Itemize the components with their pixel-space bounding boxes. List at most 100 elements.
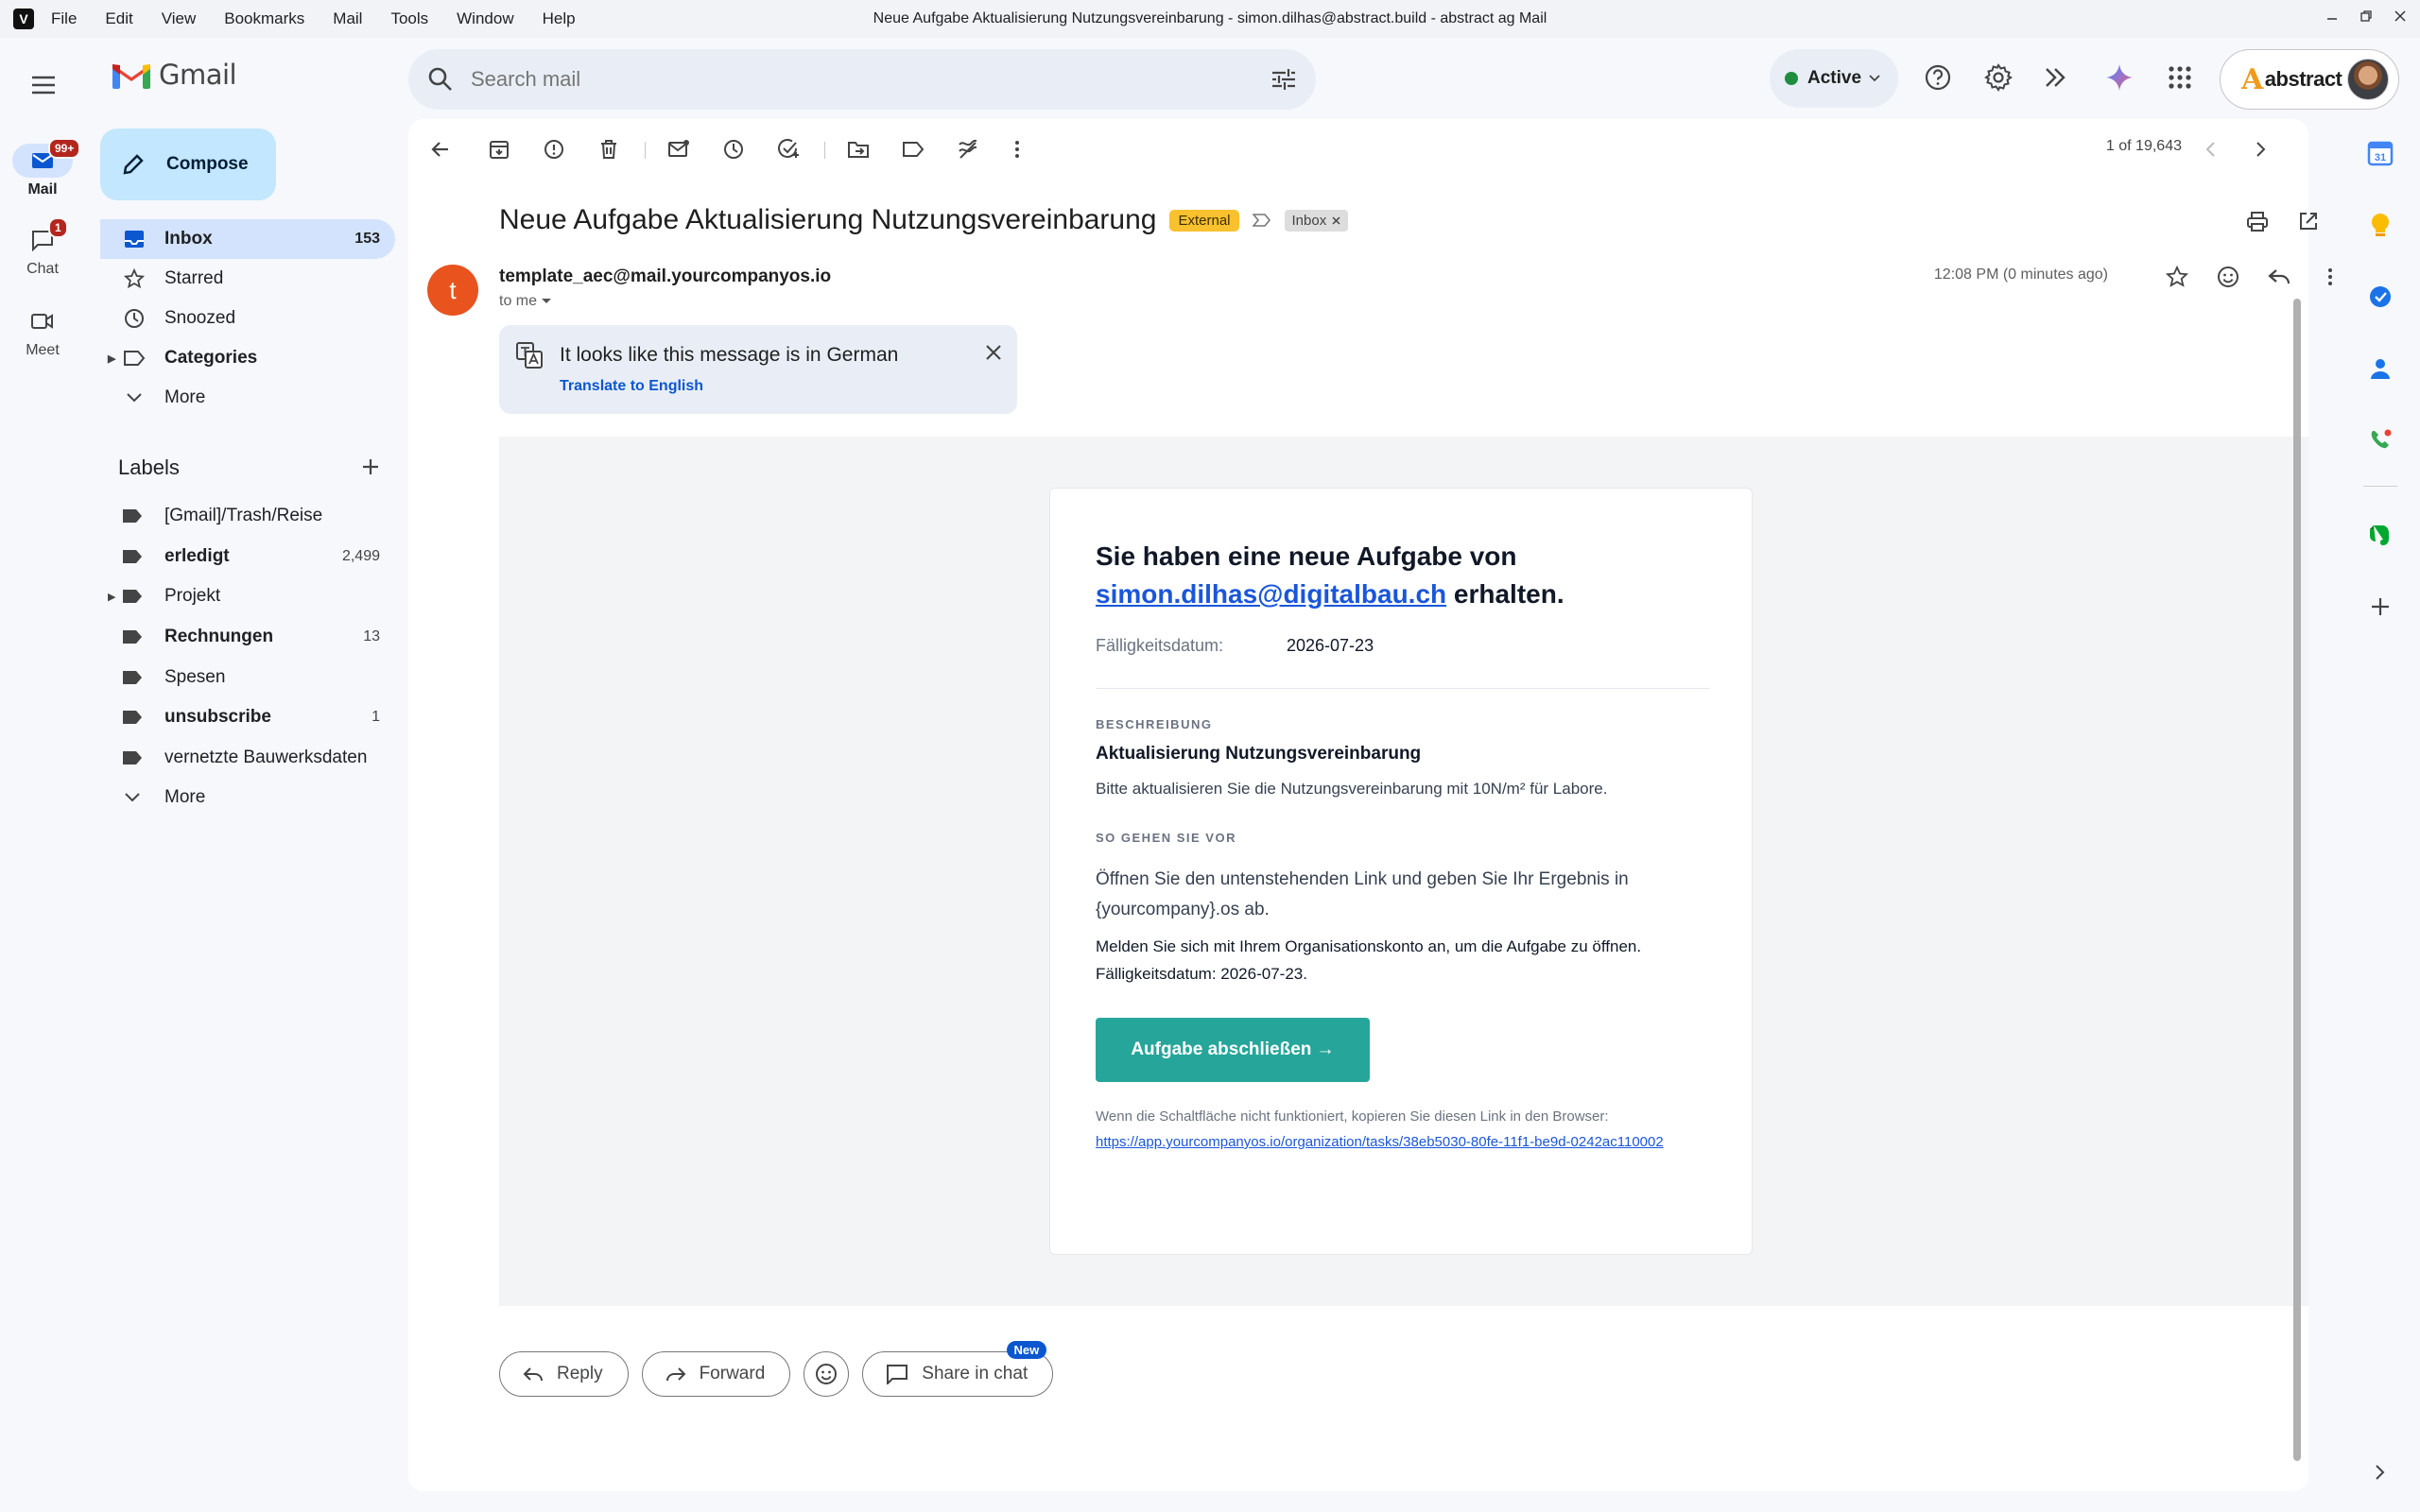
move-to-folder-icon[interactable] (843, 134, 873, 164)
close-window-icon[interactable] (2390, 6, 2411, 26)
gmail-logo[interactable]: Gmail (112, 59, 237, 91)
label-item[interactable]: [Gmail]/Trash/Reise (100, 496, 395, 537)
minimize-icon[interactable] (2322, 6, 2342, 26)
label-item[interactable]: unsubscribe 1 (100, 697, 395, 738)
phone-addon-icon[interactable] (2361, 421, 2399, 459)
menu-window[interactable]: Window (457, 9, 513, 28)
translate-link[interactable]: Translate to English (560, 378, 703, 395)
sender-avatar[interactable]: t (427, 265, 478, 316)
reply-button[interactable]: Reply (499, 1351, 629, 1397)
filter-messages-icon[interactable] (953, 134, 983, 164)
avatar[interactable] (2347, 59, 2389, 100)
mark-unread-icon[interactable] (664, 134, 694, 164)
nav-starred[interactable]: Starred (100, 259, 395, 299)
newer-chevron-left-icon[interactable] (2195, 134, 2225, 164)
menu-file[interactable]: File (51, 9, 77, 28)
menu-mail[interactable]: Mail (333, 9, 362, 28)
label-item[interactable]: ▶ Projekt (100, 576, 395, 617)
scrollbar[interactable] (2291, 176, 2303, 1480)
add-task-icon[interactable] (773, 134, 804, 164)
status-selector[interactable]: Active (1770, 49, 1898, 108)
back-arrow-icon[interactable] (425, 134, 456, 164)
add-label-icon[interactable] (357, 454, 384, 480)
label-item[interactable]: Spesen (100, 657, 395, 697)
label-tag-icon (123, 630, 142, 644)
add-reaction-icon[interactable] (2212, 261, 2244, 293)
compose-button[interactable]: Compose (100, 129, 276, 200)
nav-categories-label: Categories (164, 348, 258, 368)
collapse-panel-chevron-icon[interactable] (2361, 1453, 2399, 1491)
menu-view[interactable]: View (162, 9, 197, 28)
rail-mail[interactable]: 99+ Mail (0, 138, 85, 198)
assigner-email-link[interactable]: simon.dilhas@digitalbau.ch (1096, 579, 1446, 609)
search-bar[interactable] (408, 49, 1316, 110)
message-more-vert-icon[interactable] (2314, 261, 2346, 293)
apps-grid-icon[interactable] (2161, 59, 2199, 96)
importance-marker-icon[interactable] (1252, 214, 1271, 227)
reply-label: Reply (557, 1364, 603, 1383)
menu-edit[interactable]: Edit (105, 9, 132, 28)
menu-tools[interactable]: Tools (390, 9, 428, 28)
labels-list: [Gmail]/Trash/Reise erledigt 2,499 ▶ Pro… (100, 496, 395, 818)
fallback-task-link[interactable]: https://app.yourcompanyos.io/organizatio… (1096, 1131, 1710, 1154)
labels-more[interactable]: More (100, 778, 395, 818)
close-icon[interactable] (983, 342, 1004, 363)
star-icon (124, 268, 145, 289)
search-options-icon[interactable] (1270, 68, 1297, 91)
report-spam-icon[interactable] (539, 134, 569, 164)
label-icon[interactable] (898, 134, 928, 164)
tasks-check-icon[interactable] (2361, 278, 2399, 316)
rail-meet[interactable]: Meet (0, 304, 85, 359)
snooze-clock-icon[interactable] (718, 134, 749, 164)
task-title: Aktualisierung Nutzungsvereinbarung (1096, 744, 1422, 764)
search-input[interactable] (471, 67, 1208, 92)
nav-more[interactable]: More (100, 378, 395, 418)
account-switcher[interactable]: A abstract (2220, 49, 2399, 110)
more-vert-icon[interactable] (1002, 134, 1032, 164)
rail-chat[interactable]: 1 Chat (0, 217, 85, 278)
restore-icon[interactable] (2356, 6, 2377, 26)
evernote-addon-icon[interactable] (2361, 516, 2399, 554)
nav-snoozed[interactable]: Snoozed (100, 299, 395, 338)
label-count: 13 (363, 628, 380, 645)
settings-gear-icon[interactable] (1979, 59, 2017, 96)
calendar-icon[interactable]: 31 (2361, 134, 2399, 172)
trash-icon[interactable] (594, 134, 624, 164)
nav-inbox[interactable]: Inbox 153 (100, 219, 395, 259)
older-chevron-right-icon[interactable] (2246, 134, 2276, 164)
menu-bookmarks[interactable]: Bookmarks (224, 9, 304, 28)
remove-label-icon[interactable] (1332, 215, 1340, 225)
contacts-person-icon[interactable] (2361, 350, 2399, 387)
nav-categories[interactable]: ▶ Categories (100, 338, 395, 378)
add-addon-icon[interactable] (2361, 588, 2399, 626)
share-in-chat-button[interactable]: Share in chat New (862, 1341, 1054, 1397)
help-icon[interactable] (1919, 59, 1957, 96)
forward-button[interactable]: Forward (641, 1351, 791, 1397)
smiley-icon (816, 1364, 838, 1384)
label-item[interactable]: Rechnungen 13 (100, 617, 395, 658)
menu-help[interactable]: Help (543, 9, 576, 28)
keep-bulb-icon[interactable] (2361, 206, 2399, 244)
task-description: Bitte aktualisieren Sie die Nutzungsvere… (1096, 780, 1608, 798)
complete-task-button[interactable]: Aufgabe abschließen → (1096, 1018, 1370, 1082)
emoji-reaction-button[interactable] (804, 1351, 850, 1397)
label-item[interactable]: erledigt 2,499 (100, 537, 395, 577)
search-icon[interactable] (427, 66, 454, 93)
main-menu-icon[interactable] (25, 66, 62, 104)
gemini-sparkle-icon[interactable] (2100, 59, 2138, 96)
sender-address[interactable]: template_aec@mail.yourcompanyos.io (499, 266, 831, 287)
shortcuts-icon[interactable] (2040, 59, 2078, 96)
star-icon[interactable] (2161, 261, 2193, 293)
expand-caret-icon[interactable]: ▶ (108, 591, 115, 603)
scrollbar-thumb[interactable] (2293, 299, 2301, 1461)
label-item[interactable]: vernetzte Bauwerksdaten (100, 738, 395, 779)
new-feature-badge: New (1006, 1341, 1047, 1359)
recipient-details[interactable]: to me (499, 293, 552, 310)
print-icon[interactable] (2242, 206, 2273, 236)
org-logo: A abstract (2241, 63, 2342, 96)
archive-icon[interactable] (484, 134, 514, 164)
expand-caret-icon[interactable]: ▶ (108, 352, 115, 365)
app-logo-icon[interactable]: V (13, 9, 34, 29)
forward-arrow-icon (666, 1367, 685, 1382)
reply-arrow-icon[interactable] (2263, 261, 2295, 293)
